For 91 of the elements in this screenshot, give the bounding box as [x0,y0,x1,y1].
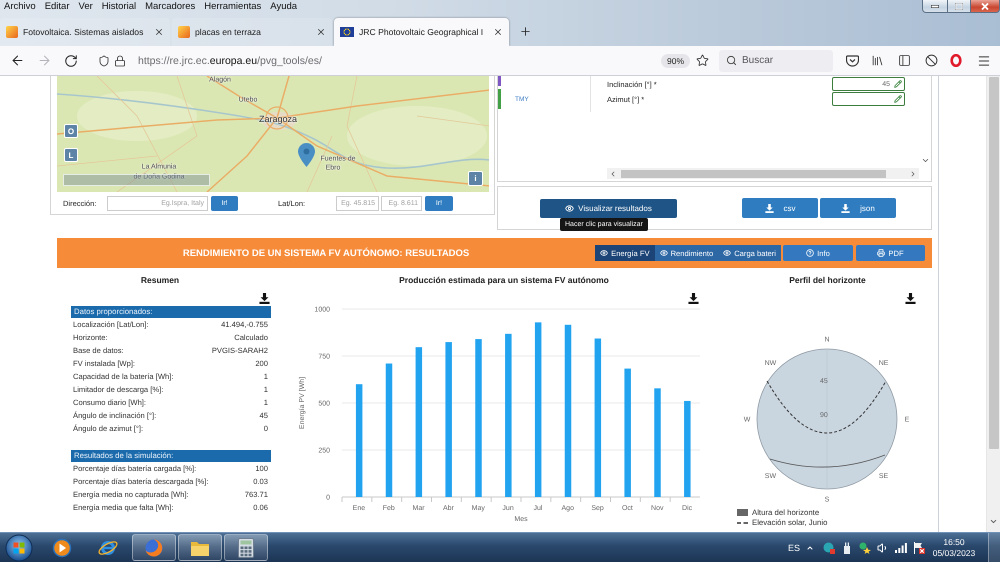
info-button[interactable]: i [468,171,483,186]
shield-icon[interactable] [98,54,110,66]
status-dot-icon[interactable] [859,542,871,554]
scrollbar-thumb[interactable] [988,77,998,449]
download-icon [764,204,774,212]
menu-item[interactable]: Herramientas [204,0,262,13]
chart-title: Perfil del horizonte [789,275,866,286]
map-layer-button[interactable]: L [64,148,78,162]
maximize-icon [955,2,963,10]
scroll-left-icon[interactable] [609,170,617,178]
star-icon[interactable] [696,54,709,67]
download-button[interactable]: json [820,198,896,218]
language-label[interactable]: ES [788,542,800,552]
menu-item[interactable]: Marcadores [145,0,196,13]
map-pin-icon[interactable] [298,143,315,167]
help-icon [806,249,814,257]
eye-icon [723,249,732,257]
search-field[interactable]: Buscar [719,50,833,72]
legend-swatch-icon [737,509,748,516]
download-icon[interactable] [688,293,699,304]
play-icon[interactable] [52,538,72,558]
plug-icon[interactable] [841,542,853,554]
eye-icon [565,204,574,212]
menu-item[interactable]: Editar [44,0,70,13]
clock-time[interactable]: 16:50 [943,536,965,548]
close-icon[interactable] [493,27,503,37]
menu-icon[interactable] [977,54,991,68]
reload-icon[interactable] [64,54,78,68]
show-desktop-button[interactable] [988,532,1000,562]
chevron-up-icon[interactable] [806,544,814,552]
number-field[interactable] [832,92,905,106]
zoom-reset-button[interactable]: 90% [660,54,690,68]
chevron-badge-icon[interactable] [846,54,859,66]
maximize-button[interactable] [947,0,971,13]
dashed-line-icon [737,522,748,524]
scroll-down-icon[interactable] [920,156,930,165]
sidebar-icon[interactable] [898,54,911,67]
minimize-icon [931,4,939,8]
page-scrollbar[interactable] [986,76,1000,532]
browser-tab[interactable]: JRC Photovoltaic Geographical I [334,18,509,46]
blocked-icon[interactable] [925,54,938,67]
clock-date[interactable]: 05/03/2023 [932,548,976,558]
close-icon[interactable] [316,27,326,37]
menu-item[interactable]: Historial [102,0,136,13]
plus-icon[interactable] [519,25,532,38]
eye-icon [660,249,668,257]
browser-tab[interactable]: placas en terraza [172,18,332,46]
signal-bars-icon[interactable] [895,542,907,552]
download-icon[interactable] [905,293,916,304]
pencil-icon[interactable] [894,95,902,103]
eye-icon [600,249,608,257]
flag-icon [340,27,354,37]
chart-title: Producción estimada para un sistema FV autónomo [399,275,609,286]
close-button[interactable] [970,0,1000,13]
close-icon [981,2,989,10]
speaker-icon[interactable] [877,542,889,554]
o-ring-icon[interactable] [950,54,962,67]
badge-circle-icon[interactable] [823,542,835,554]
taskbar-button[interactable] [224,534,268,561]
close-icon[interactable] [154,27,164,37]
lock-icon[interactable] [114,54,126,66]
start-orb-icon[interactable] [5,534,33,562]
menu-item[interactable]: Ayuda [270,0,298,13]
horizontal-scrollbar[interactable] [607,168,919,179]
thumbnail-icon [6,26,18,38]
scroll-right-icon[interactable] [909,170,917,178]
pencil-icon[interactable] [894,80,902,88]
menu-item[interactable]: Archivo [4,0,36,13]
visualize-button[interactable]: Visualizar resultados [540,198,677,218]
map-layer-button[interactable]: O [64,124,78,138]
browser-tab[interactable]: Fotovoltaica. Sistemas aislados [0,18,170,46]
print-icon [877,249,886,257]
calculator-icon[interactable] [238,538,254,558]
taskbar-button[interactable] [178,534,222,561]
scroll-down-icon[interactable] [989,517,998,526]
menu-item[interactable]: Ver [78,0,93,13]
section-title: Resumen [140,275,180,286]
flag-alert-icon[interactable] [913,542,925,554]
map-place-label: Zaragoza [258,114,298,124]
download-icon [841,204,850,212]
scrollbar-thumb[interactable] [621,170,886,178]
minimize-button[interactable] [922,0,948,13]
library-icon[interactable] [871,54,884,67]
search-icon [726,55,737,66]
url-field[interactable]: https://re.jrc.ec.europa.eu/pvg_tools/es/ [138,54,322,66]
download-icon[interactable] [259,293,270,304]
results-title: RENDIMIENTO DE UN SISTEMA FV AUTÓNOMO: RESULTADOS [182,248,470,258]
thumbnail-icon [178,26,190,38]
taskbar-button[interactable] [132,534,176,561]
download-button[interactable]: csv [742,198,818,218]
globe-icon[interactable] [144,538,164,558]
